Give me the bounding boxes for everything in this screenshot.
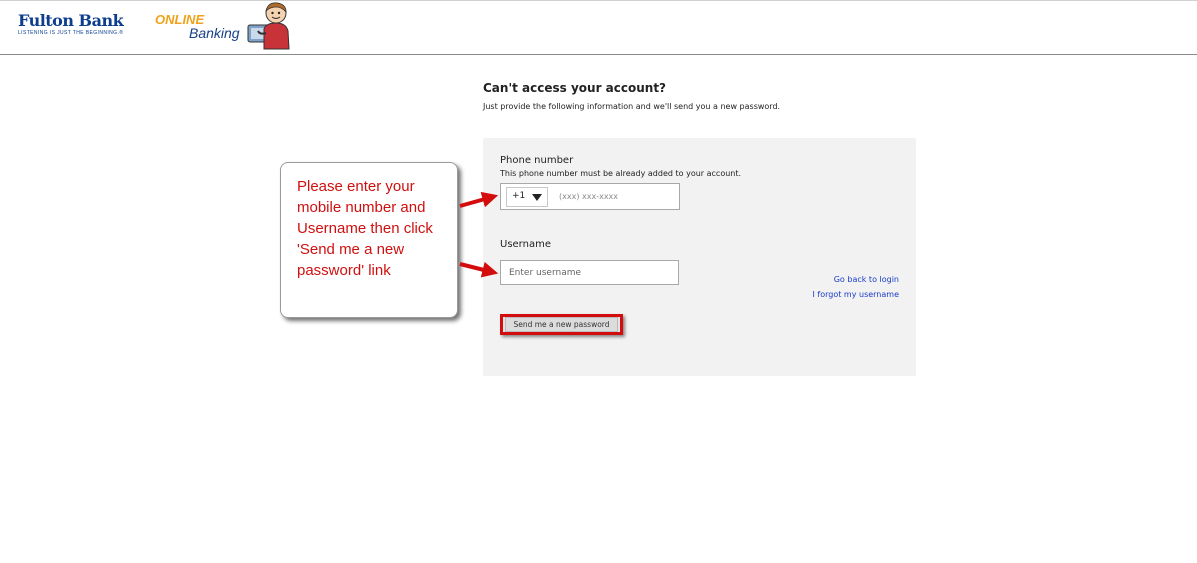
instruction-callout: Please enter your mobile number and User… <box>280 162 458 318</box>
banking-label: Banking <box>189 25 240 41</box>
header-top-rule <box>0 0 1197 1</box>
online-banking-logo: ONLINE Banking <box>155 13 240 40</box>
phone-number-hint: This phone number must be already added … <box>500 169 742 178</box>
mascot-icon <box>247 2 290 50</box>
brand-name: Fulton Bank <box>18 11 124 30</box>
phone-number-field: +1 <box>500 183 680 210</box>
phone-number-input[interactable] <box>559 189 669 204</box>
username-label: Username <box>500 239 551 250</box>
fulton-bank-logo[interactable]: Fulton Bank LISTENING IS JUST THE BEGINN… <box>18 11 124 37</box>
forgot-username-link[interactable]: I forgot my username <box>813 290 899 299</box>
page-title: Can't access your account? <box>483 81 667 95</box>
send-new-password-label: Send me a new password <box>505 317 618 332</box>
send-new-password-button[interactable]: Send me a new password <box>500 314 623 335</box>
phone-number-label: Phone number <box>500 155 574 166</box>
callout-text: Please enter your mobile number and User… <box>297 178 433 279</box>
country-code-value: +1 <box>512 191 526 201</box>
brand-tagline: LISTENING IS JUST THE BEGINNING.® <box>18 30 124 36</box>
page-subtitle: Just provide the following information a… <box>483 102 781 111</box>
chevron-down-icon <box>532 194 542 201</box>
go-back-to-login-link[interactable]: Go back to login <box>834 275 899 284</box>
country-code-select[interactable]: +1 <box>506 187 548 207</box>
top-header: Fulton Bank LISTENING IS JUST THE BEGINN… <box>0 0 1197 55</box>
username-input[interactable] <box>500 260 679 285</box>
reset-password-form: Phone number This phone number must be a… <box>483 138 916 376</box>
